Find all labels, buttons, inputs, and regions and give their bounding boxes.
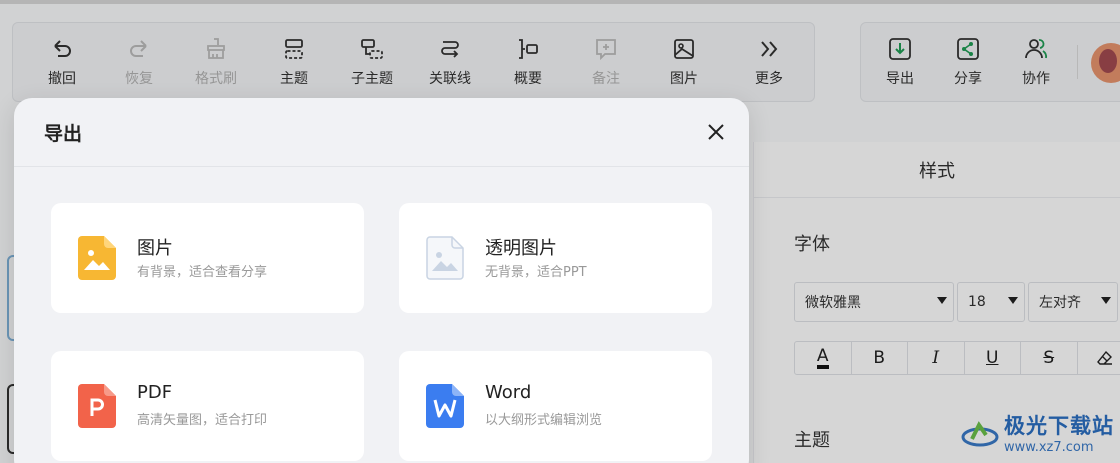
option-title: 透明图片: [485, 238, 557, 259]
option-title: PDF: [137, 382, 173, 403]
dialog-divider: [14, 166, 749, 167]
option-desc: 高清矢量图，适合打印: [137, 413, 268, 428]
word-file-icon: [426, 384, 464, 428]
option-desc: 以大纲形式编辑浏览: [485, 413, 603, 428]
pdf-file-icon: [78, 384, 116, 428]
export-option-pdf[interactable]: PDF 高清矢量图，适合打印: [51, 351, 364, 461]
export-option-image[interactable]: 图片 有背景，适合查看分享: [51, 203, 364, 313]
dialog-title: 导出: [44, 123, 83, 145]
option-desc: 有背景，适合查看分享: [137, 265, 268, 280]
option-title: Word: [485, 382, 532, 403]
export-dialog: 导出 图片 有背景，适合查看分享 透明图片 无背景，适合PPT PDF 高清矢量…: [14, 98, 749, 463]
option-desc: 无背景，适合PPT: [485, 265, 587, 280]
image-file-icon: [78, 236, 116, 280]
export-option-word[interactable]: Word 以大纲形式编辑浏览: [399, 351, 712, 461]
option-title: 图片: [137, 238, 173, 259]
close-icon[interactable]: [704, 120, 728, 144]
export-option-transparent-image[interactable]: 透明图片 无背景，适合PPT: [399, 203, 712, 313]
transparent-image-icon: [426, 236, 464, 280]
